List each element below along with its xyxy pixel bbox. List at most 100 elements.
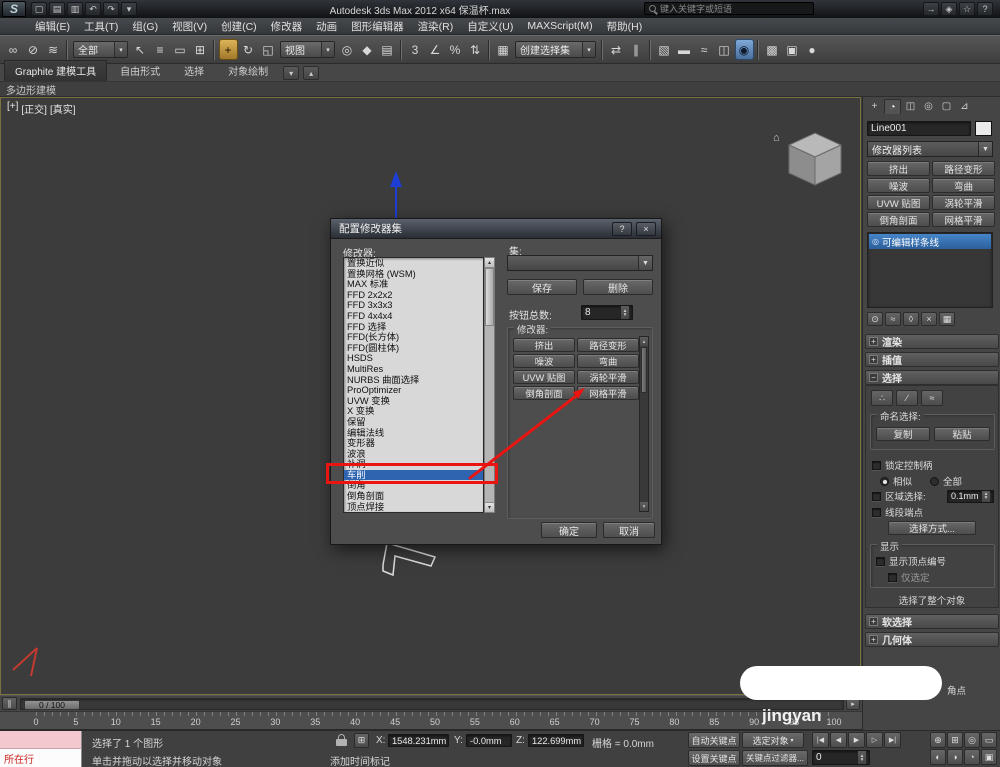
menu-item[interactable]: 动画 — [309, 18, 344, 34]
modifier-set-button[interactable]: 弯曲 — [577, 354, 639, 368]
percent-snap-icon[interactable]: % — [446, 39, 465, 60]
selection-lock-toggle-icon[interactable] — [335, 734, 348, 746]
open-file-icon[interactable]: ▤ — [49, 2, 65, 16]
modifier-stack[interactable]: ◎ 可编辑样条线 — [867, 232, 993, 308]
rendered-frame-window-icon[interactable]: ▣ — [783, 39, 802, 60]
menu-item[interactable]: 渲染(R) — [411, 18, 461, 34]
tab-utilities[interactable]: ⊿ — [956, 99, 973, 114]
tab-motion[interactable]: ◎ — [920, 99, 937, 114]
graphite-ribbon-toggle-icon[interactable]: ▬ — [675, 39, 694, 60]
select-and-move-icon[interactable]: + — [218, 39, 238, 60]
mirror-icon[interactable]: ⇄ — [607, 39, 626, 60]
maxscript-listener-field[interactable]: 所在行 — [0, 749, 82, 767]
set-key-button[interactable]: 设置关键点 — [688, 750, 740, 766]
new-scene-icon[interactable]: ▢ — [31, 2, 47, 16]
cancel-button[interactable]: 取消 — [603, 522, 655, 538]
modifier-button[interactable]: UVW 贴图 — [867, 195, 930, 210]
tab-modify[interactable]: ◔ — [884, 99, 901, 114]
remove-modifier-icon[interactable]: × — [921, 312, 937, 326]
modifier-set-button[interactable]: 网格平滑 — [577, 386, 639, 400]
listbox-scrollbar[interactable]: ▴ ▾ — [484, 257, 495, 513]
add-time-tag-button[interactable]: 添加时间标记 — [330, 753, 390, 767]
viewport-general-menu[interactable]: [+] — [7, 101, 18, 116]
ribbon-tab[interactable]: 自由形式 — [109, 60, 171, 81]
ribbon-display-options-icon[interactable]: ▾ — [283, 66, 300, 80]
modifier-list-item[interactable]: 置换近似 — [344, 258, 483, 269]
dialog-titlebar[interactable]: 配置修改器集 ? × — [331, 219, 661, 239]
tab-display[interactable]: ▢ — [938, 99, 955, 114]
tab-create[interactable]: + — [866, 99, 883, 114]
pan-icon[interactable]: ◐ — [930, 749, 946, 765]
select-and-link-icon[interactable]: ∞ — [4, 39, 23, 60]
zoom-region-icon[interactable]: ▭ — [981, 732, 997, 748]
modifier-list-item[interactable]: FFD 2x2x2 — [344, 290, 483, 301]
scroll-down-icon[interactable]: ▾ — [640, 502, 648, 511]
select-by-name-icon[interactable]: ≡ — [151, 39, 170, 60]
macro-recorder-field[interactable] — [0, 731, 82, 749]
render-setup-icon[interactable]: ▩ — [763, 39, 782, 60]
modifier-set-button[interactable]: UVW 贴图 — [513, 370, 575, 384]
modifier-set-button[interactable]: 路径变形 — [577, 338, 639, 352]
menu-item[interactable]: 创建(C) — [214, 18, 264, 34]
modifier-list-item[interactable]: 编辑法线 — [344, 428, 483, 439]
modifier-button[interactable]: 路径变形 — [932, 161, 995, 176]
modifier-list-item[interactable]: X 变换 — [344, 406, 483, 417]
field-of-view-icon[interactable]: ◔ — [964, 749, 980, 765]
area-selection-checkbox[interactable] — [872, 491, 881, 501]
menu-item[interactable]: 图形编辑器 — [344, 18, 411, 34]
modifier-button[interactable]: 涡轮平滑 — [932, 195, 995, 210]
menu-item[interactable]: 自定义(U) — [460, 18, 520, 34]
modifier-list-item[interactable]: HSDS — [344, 353, 483, 364]
scroll-up-icon[interactable]: ▴ — [485, 258, 494, 268]
area-selection-field[interactable]: 0.1mm ▴ ▾ — [947, 489, 994, 503]
paste-button[interactable]: 粘贴 — [934, 427, 990, 441]
zoom-all-icon[interactable]: ⊞ — [947, 732, 963, 748]
modifier-list-item[interactable]: 倒角剖面 — [344, 491, 483, 502]
segment-subobject-icon[interactable]: ∕ — [896, 390, 918, 406]
play-animation-icon[interactable]: ▶ — [848, 732, 865, 748]
modifier-list-item[interactable]: FFD 选择 — [344, 322, 483, 333]
go-to-end-icon[interactable]: ▶| — [884, 732, 901, 748]
lock-handles-checkbox[interactable] — [872, 460, 881, 470]
dialog-close-button[interactable]: × — [636, 222, 656, 236]
configure-modifier-sets-icon[interactable]: ▦ — [939, 312, 955, 326]
modifier-list-item[interactable]: MultiRes — [344, 364, 483, 375]
vertex-subobject-icon[interactable]: ∴ — [871, 390, 893, 406]
material-editor-icon[interactable]: ◉ — [734, 39, 754, 60]
use-pivot-point-icon[interactable]: ◎ — [338, 39, 357, 60]
infocenter-search-input[interactable]: 键入关键字或短语 — [644, 2, 814, 15]
modifier-button[interactable]: 网格平滑 — [932, 212, 995, 227]
curve-editor-icon[interactable]: ≈ — [695, 39, 714, 60]
zoom-icon[interactable]: ⊕ — [930, 732, 946, 748]
make-unique-icon[interactable]: ◊ — [903, 312, 919, 326]
viewport-shading-menu[interactable]: [真实] — [50, 101, 76, 116]
scroll-down-icon[interactable]: ▾ — [485, 502, 494, 512]
viewcube[interactable]: ⌂ — [771, 123, 856, 198]
ribbon-tab[interactable]: 对象绘制 — [217, 60, 279, 81]
all-radio[interactable] — [930, 476, 940, 486]
spinner-snap-icon[interactable]: ⇅ — [466, 39, 485, 60]
snaps-toggle-icon[interactable]: 3 — [406, 39, 425, 60]
x-coordinate-field[interactable]: 1548.231mm — [388, 734, 449, 747]
open-mini-curve-editor-icon[interactable]: ∥ — [2, 697, 17, 710]
object-color-swatch[interactable] — [975, 121, 992, 136]
y-coordinate-field[interactable]: -0.0mm — [466, 734, 512, 747]
favorites-icon[interactable]: ☆ — [959, 2, 975, 16]
modifier-set-button[interactable]: 挤出 — [513, 338, 575, 352]
save-file-icon[interactable]: ▥ — [67, 2, 83, 16]
previous-frame-icon[interactable]: ◀ — [830, 732, 847, 748]
dialog-help-button[interactable]: ? — [612, 222, 632, 236]
go-to-start-icon[interactable]: |◀ — [812, 732, 829, 748]
selected-only-checkbox[interactable] — [888, 572, 897, 582]
select-and-scale-icon[interactable]: ◱ — [259, 39, 278, 60]
spinner-arrows-icon[interactable]: ▴ ▾ — [981, 490, 990, 502]
zoom-extents-icon[interactable]: ◎ — [964, 732, 980, 748]
scrollbar-thumb[interactable] — [641, 347, 647, 393]
total-buttons-field[interactable]: 8 ▴ ▾ — [581, 305, 633, 320]
scrollbar-thumb[interactable] — [485, 268, 494, 326]
menu-item[interactable]: 组(G) — [125, 18, 165, 34]
maximize-viewport-toggle-icon[interactable]: ▣ — [981, 749, 997, 765]
rect-selection-region-icon[interactable]: ▭ — [171, 39, 190, 60]
modifier-list-item[interactable]: 变形器 — [344, 438, 483, 449]
modifier-list-item[interactable]: 倒角 — [344, 480, 483, 491]
